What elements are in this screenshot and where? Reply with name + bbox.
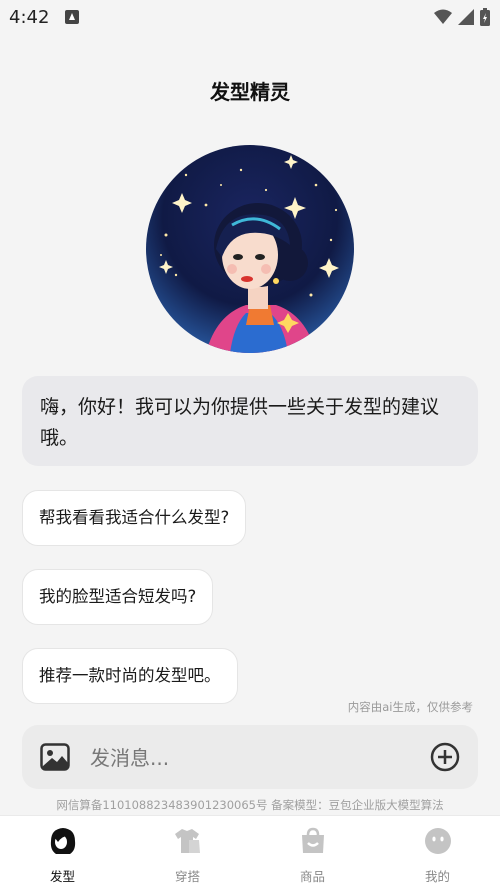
page-title: 发型精灵: [210, 80, 290, 104]
shopping-bag-icon: [301, 827, 324, 853]
tab-outfit[interactable]: 穿搭: [125, 816, 250, 889]
tab-label: 我的: [424, 869, 450, 884]
ai-disclaimer: 内容由ai生成，仅供参考: [347, 700, 473, 714]
tab-products[interactable]: 商品: [250, 816, 375, 889]
tab-label: 穿搭: [174, 869, 200, 884]
status-icons: [434, 8, 490, 26]
app-notification-icon: [65, 10, 79, 24]
status-bar: 4:42: [0, 0, 500, 34]
legal-notice: 网信算备110108823483901230065号 备案模型：豆包企业版大模型…: [56, 798, 444, 812]
tab-hairstyle[interactable]: 发型: [0, 816, 125, 889]
add-icon[interactable]: [430, 742, 460, 772]
clothes-icon: [174, 829, 200, 853]
suggestion-chip[interactable]: 我的脸型适合短发吗?: [22, 569, 214, 625]
message-input[interactable]: 发消息...: [90, 742, 169, 771]
suggestion-chip[interactable]: 帮我看看我适合什么发型?: [22, 490, 247, 546]
image-upload-icon[interactable]: [40, 743, 70, 771]
avatar: [146, 145, 354, 353]
battery-icon: [480, 8, 490, 26]
profile-icon: [424, 828, 451, 854]
assistant-greeting-bubble: 嗨，你好！我可以为你提供一些关于发型的建议哦。: [22, 376, 478, 466]
bottom-tab-bar: 发型 穿搭 商品 我的: [0, 815, 500, 889]
suggestion-chip[interactable]: 推荐一款时尚的发型吧。: [22, 648, 238, 704]
signal-icon: [458, 9, 474, 25]
tab-label: 发型: [49, 869, 75, 884]
status-time: 4:42: [9, 7, 50, 28]
avatar-illustration: [146, 145, 354, 353]
wifi-icon: [434, 9, 452, 24]
message-input-bar[interactable]: 发消息...: [22, 725, 478, 789]
tab-profile[interactable]: 我的: [375, 816, 500, 889]
tab-label: 商品: [299, 869, 325, 884]
hair-icon: [50, 828, 75, 854]
